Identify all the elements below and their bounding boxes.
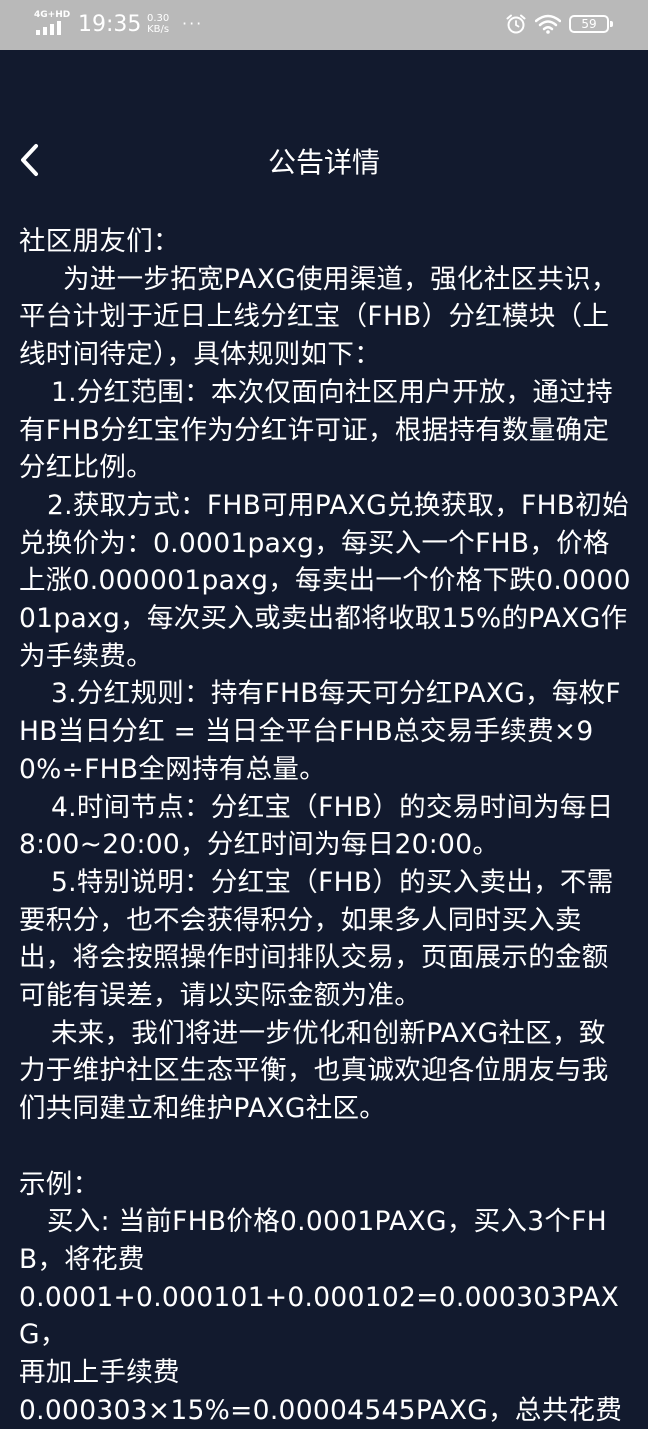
network-type: 4G+HD [34, 10, 71, 20]
rule-time-schedule: 4.时间节点：分红宝（FHB）的交易时间为每日8:00~20:00，分红时间为每… [19, 791, 614, 861]
speed-unit: KB/s [147, 24, 170, 35]
intro-paragraph: 为进一步拓宽PAXG使用渠道，强化社区共识，平台计划于近日上线分红宝（FHB）分… [19, 263, 618, 371]
network-speed: 0.30 KB/s [147, 13, 169, 35]
rule-special-note: 5.特别说明：分红宝（FHB）的买入卖出，不需要积分，也不会获得积分，如果多人同… [19, 866, 614, 1012]
status-bar: 4G+HD 19:35 0.30 KB/s ··· 59 [0, 0, 648, 50]
more-notifications-icon: ··· [182, 14, 204, 33]
alarm-icon [506, 14, 526, 34]
future-paragraph: 未来，我们将进一步优化和创新PAXG社区，致力于维护社区生态平衡，也真诚欢迎各位… [19, 1017, 609, 1125]
example-buy-calc: 0.0001+0.000101+0.000102=0.000303PAXG， [19, 1281, 620, 1351]
greeting: 社区朋友们： [19, 226, 180, 257]
wifi-icon [535, 14, 561, 34]
rule-acquisition-method: 2.获取方式：FHB可用PAXG兑换获取，FHB初始兑换价为：0.0001pax… [19, 489, 631, 672]
status-time: 19:35 [78, 12, 142, 37]
battery-indicator: 59 [569, 15, 613, 33]
example-buy-fee-calc: 0.000303×15%=0.00004545PAXG，总共花费 [19, 1394, 623, 1426]
example-title: 示例： [19, 1168, 100, 1200]
rule-dividend-scope: 1.分红范围：本次仅面向社区用户开放，通过持有FHB分红宝作为分红许可证，根据持… [19, 376, 613, 484]
example-buy-fee-label: 再加上手续费 [19, 1357, 180, 1389]
speed-value: 0.30 [147, 13, 170, 24]
rule-dividend-rules: 3.分红规则：持有FHB每天可分红PAXG，每枚FHB当日分红 = 当日全平台F… [19, 678, 621, 785]
page-title: 公告详情 [267, 146, 380, 179]
announcement-body: 社区朋友们： 为进一步拓宽PAXG使用渠道，强化社区共识，平台计划于近日上线分红… [19, 223, 631, 1429]
signal-icon [36, 21, 66, 35]
example-buy-line: 买入: 当前FHB价格0.0001PAXG，买入3个FHB，将花费 [19, 1206, 607, 1275]
